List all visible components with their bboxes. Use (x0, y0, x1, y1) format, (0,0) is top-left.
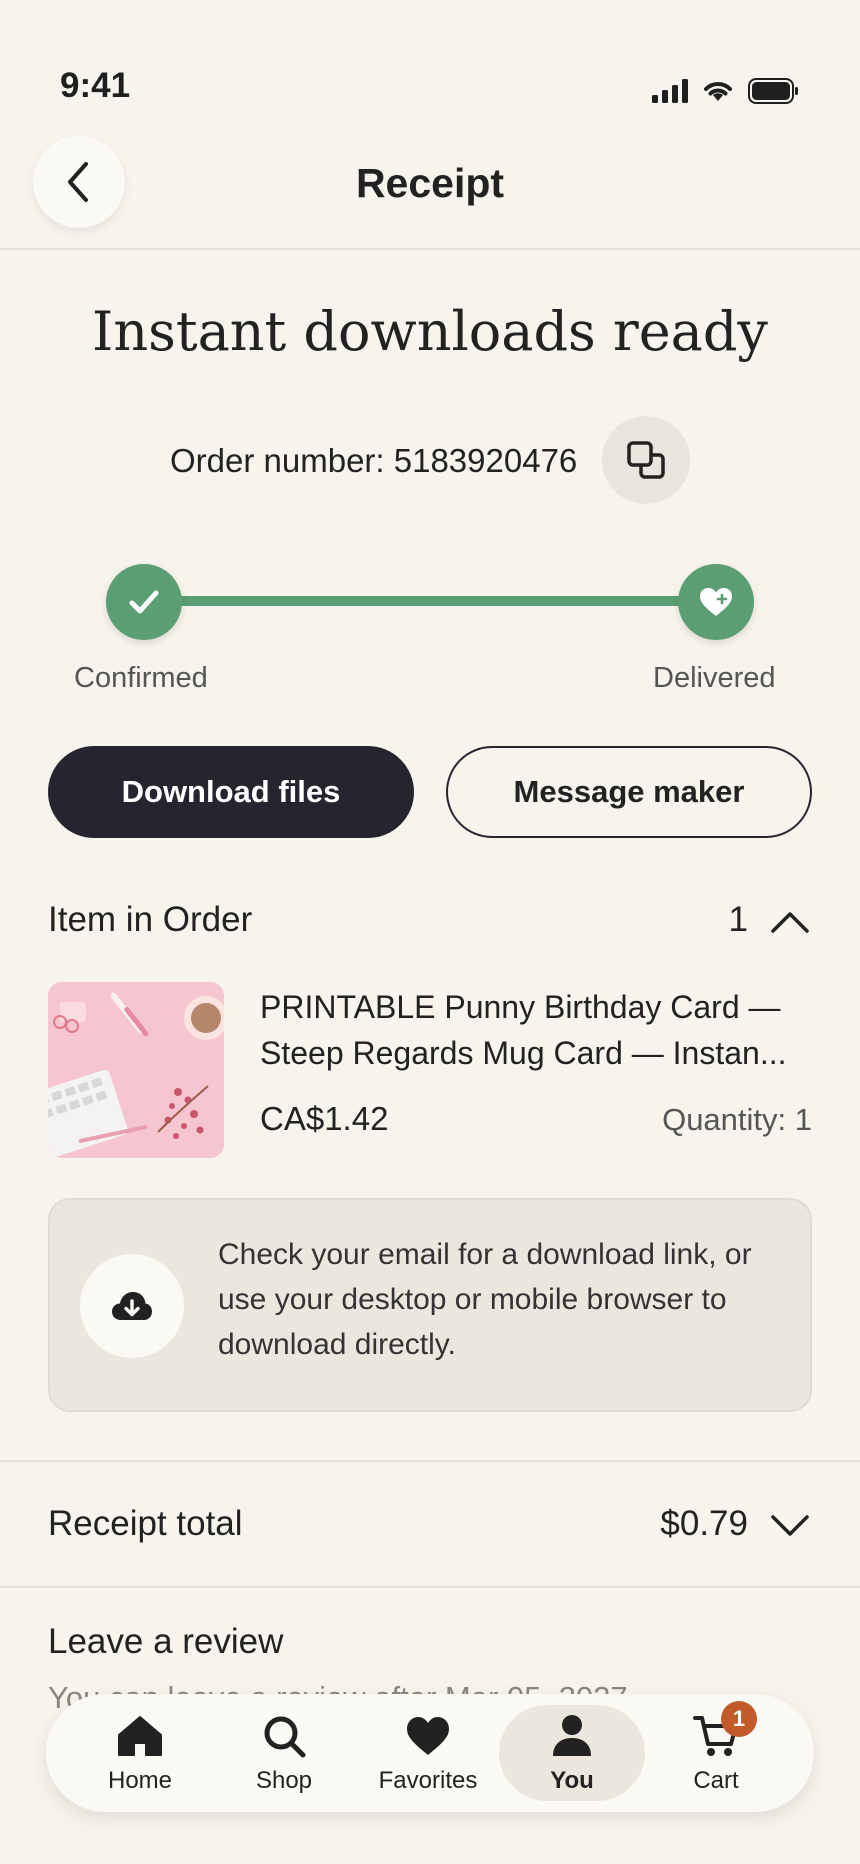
tab-home[interactable]: Home (67, 1694, 213, 1812)
cloud-download-icon (112, 1292, 152, 1320)
tab-shop[interactable]: Shop (211, 1694, 357, 1812)
copy-icon (627, 441, 665, 479)
tab-you[interactable]: You (499, 1705, 645, 1801)
tab-favorites[interactable]: Favorites (355, 1694, 501, 1812)
header: Receipt (0, 130, 860, 250)
download-files-button[interactable]: Download files (48, 746, 414, 838)
tab-shop-label: Shop (255, 1767, 313, 1794)
tab-favorites-label: Favorites (378, 1767, 478, 1794)
item-thumbnail[interactable] (48, 982, 224, 1158)
message-maker-button[interactable]: Message maker (446, 746, 812, 838)
collapse-toggle[interactable] (768, 900, 812, 944)
search-icon (264, 1716, 306, 1758)
chevron-down-icon (771, 1515, 809, 1536)
status-bar: 9:41 (0, 0, 860, 120)
hero-title: Instant downloads ready (92, 300, 768, 363)
item-title[interactable]: PRINTABLE Punny Birthday Card — Steep Re… (260, 984, 816, 1076)
order-number-row: Order number: 5183920476 (0, 414, 860, 508)
item-quantity: Quantity: 1 (662, 1102, 812, 1137)
cart-badge: 1 (721, 1701, 757, 1737)
signal-icon (652, 79, 688, 103)
tab-you-label: You (550, 1767, 594, 1794)
expand-toggle[interactable] (768, 1504, 812, 1548)
wifi-icon (704, 82, 732, 101)
items-section-header[interactable]: Item in Order 1 (48, 896, 812, 946)
status-icons (652, 78, 800, 104)
tab-cart[interactable]: 1 Cart (643, 1694, 789, 1812)
page-title: Receipt (355, 160, 505, 206)
order-item[interactable]: PRINTABLE Punny Birthday Card — Steep Re… (48, 982, 812, 1158)
items-count: 1 (728, 900, 748, 939)
step-delivered-dot (678, 564, 754, 640)
divider (0, 1586, 860, 1588)
heart-plus-icon (700, 588, 732, 616)
item-thumbnail-image (48, 982, 224, 1158)
check-icon (129, 590, 159, 614)
heart-icon (407, 1717, 449, 1755)
receipt-total-value: $0.79 (660, 1504, 748, 1543)
status-time: 9:41 (60, 66, 131, 105)
review-title: Leave a review (48, 1622, 284, 1661)
battery-icon (748, 78, 798, 104)
progress-track (144, 596, 716, 606)
divider (0, 1460, 860, 1462)
home-icon (118, 1716, 162, 1756)
download-info-text: Check your email for a download link, or… (218, 1238, 752, 1361)
order-number: Order number: 5183920476 (170, 442, 578, 479)
person-icon (553, 1715, 591, 1756)
tab-home-label: Home (107, 1767, 173, 1794)
chevron-up-icon (771, 912, 809, 933)
receipt-total-row[interactable]: Receipt total $0.79 (48, 1500, 812, 1552)
receipt-total-label: Receipt total (48, 1504, 243, 1543)
download-info-box: Check your email for a download link, or… (48, 1198, 812, 1412)
copy-button[interactable] (602, 416, 690, 504)
items-section-label: Item in Order (48, 900, 253, 939)
step-confirmed-dot (106, 564, 182, 640)
item-price: CA$1.42 (260, 1100, 389, 1137)
tab-bar: Home Shop Favorites You 1 Cart (46, 1694, 814, 1812)
step-delivered-label: Delivered (653, 662, 776, 694)
step-confirmed-label: Confirmed (74, 662, 208, 694)
order-progress: Confirmed Delivered (0, 560, 860, 710)
tab-cart-label: Cart (693, 1767, 739, 1794)
info-icon-circle (80, 1254, 184, 1358)
